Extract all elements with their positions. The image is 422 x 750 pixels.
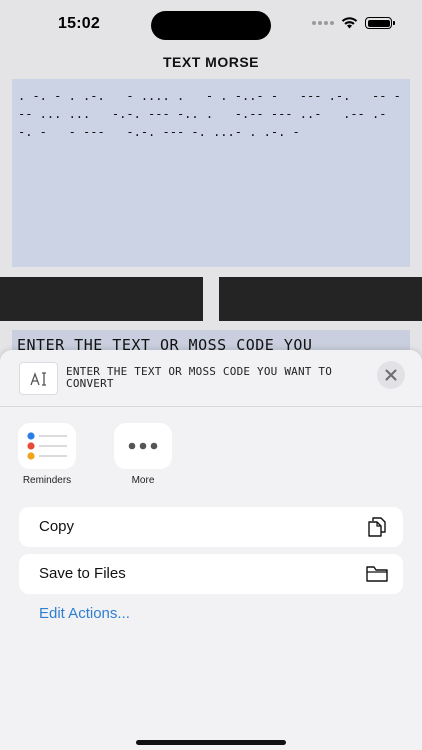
- page-title: TEXT MORSE: [162, 54, 259, 70]
- status-time: 15:02: [58, 15, 100, 32]
- save-to-files-action[interactable]: Save to Files: [19, 554, 403, 594]
- save-to-files-label: Save to Files: [39, 565, 126, 582]
- cellular-signal-icon: [312, 21, 334, 25]
- dynamic-island: [151, 11, 271, 40]
- text-document-icon: [19, 362, 58, 395]
- wifi-icon: [341, 17, 358, 29]
- reminders-icon: [18, 423, 76, 469]
- folder-icon: [366, 566, 388, 582]
- convert-button-right[interactable]: [219, 277, 422, 321]
- battery-icon: [365, 17, 395, 29]
- status-icons: [312, 17, 395, 29]
- edit-actions-link[interactable]: Edit Actions...: [39, 605, 130, 622]
- share-app-reminders[interactable]: Reminders: [12, 423, 82, 486]
- share-sheet: ENTER THE TEXT OR MOSS CODE YOU WANT TO …: [0, 350, 422, 750]
- share-app-row: Reminders More: [0, 423, 422, 493]
- home-indicator[interactable]: [136, 740, 286, 745]
- close-icon: [385, 369, 397, 381]
- convert-button-left[interactable]: [0, 277, 203, 321]
- share-app-label: More: [131, 475, 155, 486]
- share-app-more[interactable]: More: [108, 423, 178, 486]
- copy-action-label: Copy: [39, 518, 75, 535]
- status-bar: 15:02: [0, 0, 422, 50]
- share-app-label: Reminders: [22, 475, 72, 486]
- close-button[interactable]: [377, 361, 405, 389]
- copy-action[interactable]: Copy: [19, 507, 403, 547]
- morse-output-text[interactable]: . -. - . .-. - .... . - . -..- - --- .-.…: [12, 79, 410, 267]
- share-sheet-header: ENTER THE TEXT OR MOSS CODE YOU WANT TO …: [0, 350, 422, 407]
- copy-icon: [368, 517, 386, 537]
- more-icon: [114, 423, 172, 469]
- share-item-title: ENTER THE TEXT OR MOSS CODE YOU WANT TO …: [66, 365, 333, 390]
